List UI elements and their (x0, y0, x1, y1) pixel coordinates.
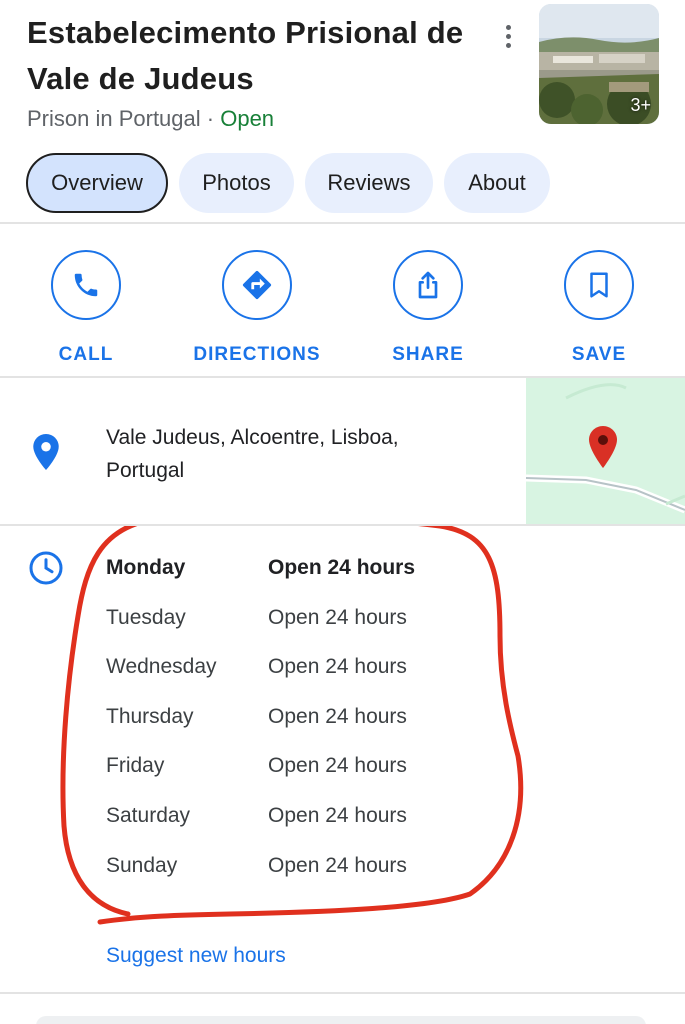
directions-button[interactable]: DIRECTIONS (187, 250, 327, 366)
tab-about[interactable]: About (444, 153, 550, 213)
share-label: SHARE (392, 344, 464, 365)
suggest-new-hours-link[interactable]: Suggest new hours (106, 944, 286, 968)
photo-count: 3+ (630, 95, 651, 115)
subtitle-separator: · (200, 106, 221, 131)
divider (0, 992, 685, 994)
place-header: Estabelecimento Prisional de Vale de Jud… (0, 0, 685, 150)
divider (0, 222, 685, 224)
address-line1: Vale Judeus, Alcoentre, Lisboa, (106, 426, 399, 449)
address-row[interactable]: Vale Judeus, Alcoentre, Lisboa, Portugal (0, 378, 685, 524)
share-button[interactable]: SHARE (358, 250, 498, 366)
tab-overview[interactable]: Overview (26, 153, 168, 213)
tab-reviews[interactable]: Reviews (305, 153, 433, 213)
directions-icon (242, 270, 272, 300)
mini-map[interactable] (526, 378, 685, 524)
location-pin-icon (33, 434, 59, 470)
save-button[interactable]: SAVE (529, 250, 669, 366)
address-line2: Portugal (106, 459, 185, 482)
place-title: Estabelecimento Prisional de Vale de Jud… (27, 10, 497, 102)
phone-icon (74, 273, 98, 297)
tab-bar: Overview Photos Reviews About (26, 153, 550, 213)
save-label: SAVE (571, 344, 627, 365)
bottom-bar (36, 1016, 646, 1024)
opening-hours-section: Monday Open 24 hours Tuesday Open 24 hou… (0, 526, 685, 992)
directions-label: DIRECTIONS (193, 344, 321, 365)
call-circle (51, 250, 121, 320)
map-preview-image (526, 378, 685, 524)
more-options-icon[interactable] (496, 20, 520, 52)
address-text: Vale Judeus, Alcoentre, Lisboa, Portugal (106, 421, 506, 487)
share-circle (393, 250, 463, 320)
place-title-line1: Estabelecimento Prisional de (27, 15, 464, 50)
red-annotation-circle (60, 526, 524, 925)
place-photo-thumbnail[interactable]: 3+ (539, 4, 659, 124)
call-button[interactable]: CALL (16, 250, 156, 366)
bookmark-icon (590, 272, 608, 298)
tab-photos[interactable]: Photos (179, 153, 294, 213)
call-label: CALL (58, 344, 114, 365)
open-status: Open (220, 106, 275, 131)
share-icon (418, 271, 438, 299)
action-buttons: CALL DIRECTIONS SHARE SAVE (0, 226, 685, 376)
place-subtitle: Prison in Portugal · Open (27, 106, 274, 132)
directions-circle (222, 250, 292, 320)
save-circle (564, 250, 634, 320)
place-title-line2: Vale de Judeus (27, 61, 254, 96)
place-category: Prison in Portugal (27, 106, 201, 131)
